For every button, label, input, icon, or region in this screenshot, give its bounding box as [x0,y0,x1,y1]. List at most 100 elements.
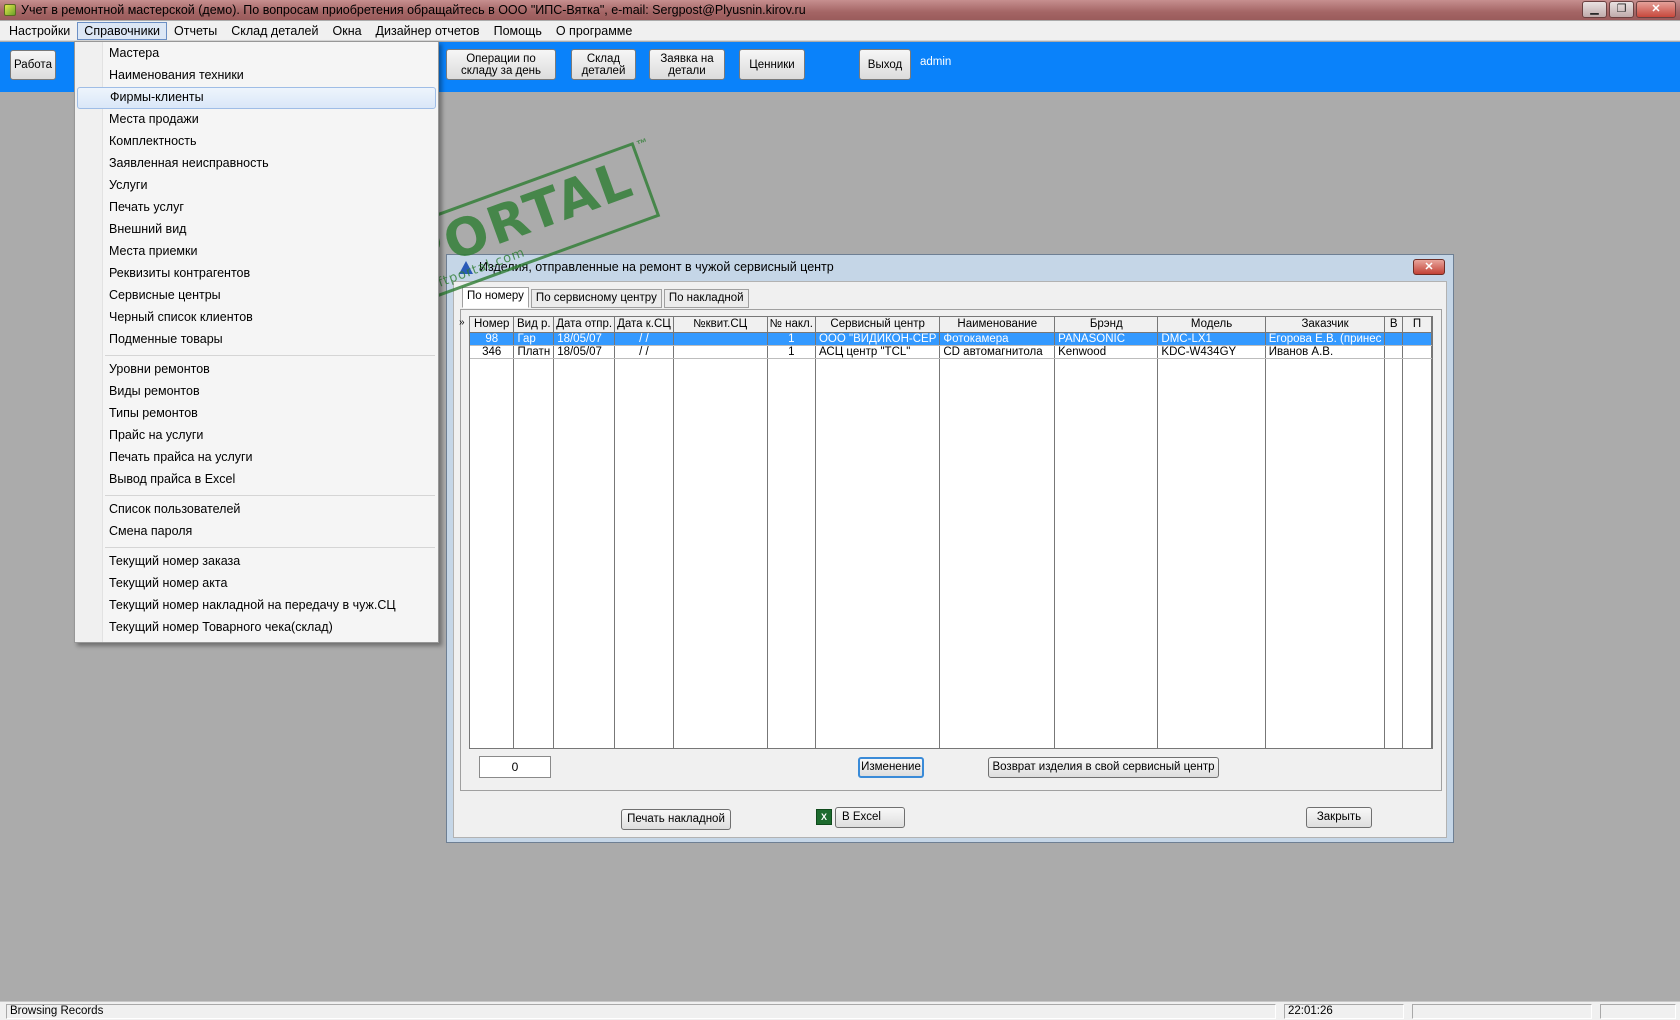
menu-item-client-firms[interactable]: Фирмы-клиенты [77,87,436,109]
tab-by-service-center[interactable]: По сервисному центру [530,289,662,308]
menu-item-repair-types[interactable]: Типы ремонтов [75,403,438,425]
col-customer-header[interactable]: Заказчик [1265,317,1386,333]
cell-sent-date: 18/05/07 [553,345,616,359]
menu-item-price-list[interactable]: Прайс на услуги [75,425,438,447]
order-parts-button[interactable]: Заявка на детали [649,49,725,80]
print-invoice-button[interactable]: Печать накладной [621,809,731,830]
maximize-button[interactable]: ❐ [1609,1,1634,18]
ops-day-button[interactable]: Операции по складу за день [446,49,556,80]
cell-repair-type: Платн [513,345,555,359]
menu-reports[interactable]: Отчеты [167,22,224,40]
menu-item-completeness[interactable]: Комплектность [75,131,438,153]
menu-item-blacklist[interactable]: Черный список клиентов [75,307,438,329]
tab-by-number[interactable]: По номеру [462,287,529,308]
menu-help[interactable]: Помощь [487,22,549,40]
menu-item-appearance[interactable]: Внешний вид [75,219,438,241]
table-row[interactable]: 346 Платн 18/05/07 / / 1 АСЦ центр "TCL"… [470,345,1432,359]
cell-number: 98 [470,332,515,346]
menu-windows[interactable]: Окна [326,22,369,40]
sent-to-service-dialog: Изделия, отправленные на ремонт в чужой … [446,254,1454,843]
cell-sc-receipt [673,345,768,359]
export-excel-button[interactable]: X В Excel [816,807,905,828]
cell-customer: Егорова Е.В. (принес [1265,332,1386,346]
menu-item-masters[interactable]: Мастера [75,43,438,65]
menu-parts-warehouse[interactable]: Склад деталей [224,22,325,40]
references-dropdown: Мастера Наименования техники Фирмы-клиен… [74,41,439,643]
menu-item-reception-places[interactable]: Места приемки [75,241,438,263]
menu-item-current-receipt-number[interactable]: Текущий номер Товарного чека(склад) [75,617,438,639]
menu-item-user-list[interactable]: Список пользователей [75,499,438,521]
col-sc-date-header[interactable]: Дата к.СЦ [614,317,674,333]
col-service-center-header[interactable]: Сервисный центр [815,317,941,333]
edit-button[interactable]: Изменение [858,757,924,778]
menu-separator [105,355,435,356]
col-sent-date-header[interactable]: Дата отпр. [553,317,616,333]
status-panel-empty [1412,1004,1592,1019]
dialog-titlebar: Изделия, отправленные на ремонт в чужой … [447,255,1453,279]
row-indicator: » [459,317,465,328]
menu-item-service-centers[interactable]: Сервисные центры [75,285,438,307]
window-titlebar: Учет в ремонтной мастерской (демо). По в… [0,0,1680,20]
cell-v [1384,345,1404,359]
dialog-close-button[interactable]: ✕ [1413,259,1445,275]
close-window-button[interactable]: ✕ [1636,1,1676,18]
work-button[interactable]: Работа [10,50,56,80]
tab-by-invoice[interactable]: По накладной [663,289,749,308]
price-tags-button[interactable]: Ценники [739,49,805,80]
col-v-header[interactable]: В [1384,317,1404,333]
menu-item-current-order-number[interactable]: Текущий номер заказа [75,551,438,573]
menu-item-repair-kinds[interactable]: Виды ремонтов [75,381,438,403]
col-p-header[interactable]: П [1402,317,1432,333]
menu-about[interactable]: О программе [549,22,639,40]
cell-sc-date: / / [614,345,674,359]
menu-item-services[interactable]: Услуги [75,175,438,197]
col-brand-header[interactable]: Брэнд [1054,317,1159,333]
menu-settings[interactable]: Настройки [2,22,77,40]
col-model-header[interactable]: Модель [1157,317,1266,333]
status-message: Browsing Records [6,1004,1276,1019]
col-invoice-header[interactable]: № накл. [767,317,816,333]
minimize-button[interactable]: ▁ [1582,1,1607,18]
cell-brand: Kenwood [1054,345,1159,359]
menu-item-print-price-list[interactable]: Печать прайса на услуги [75,447,438,469]
cell-name: CD автомагнитола [939,345,1056,359]
menu-item-repair-levels[interactable]: Уровни ремонтов [75,359,438,381]
menu-references[interactable]: Справочники [77,21,168,40]
status-time: 22:01:26 [1284,1004,1404,1019]
menu-item-print-services[interactable]: Печать услуг [75,197,438,219]
menu-item-price-to-excel[interactable]: Вывод прайса в Excel [75,469,438,491]
menu-item-equipment-names[interactable]: Наименования техники [75,65,438,87]
menu-item-sale-places[interactable]: Места продажи [75,109,438,131]
table-row[interactable]: 98 Гар 18/05/07 / / 1 ООО "ВИДИКОН-СЕР Ф… [470,332,1432,346]
warehouse-button[interactable]: Склад деталей [571,49,636,80]
cell-sc-receipt [673,332,768,346]
records-grid[interactable]: Номер Вид р. Дата отпр. Дата к.СЦ №квит.… [469,316,1433,749]
menu-item-change-password[interactable]: Смена пароля [75,521,438,543]
col-repair-type-header[interactable]: Вид р. [513,317,555,333]
menu-item-current-invoice-number[interactable]: Текущий номер накладной на передачу в чу… [75,595,438,617]
col-name-header[interactable]: Наименование [939,317,1056,333]
cell-service-center: АСЦ центр "TCL" [815,345,941,359]
cell-number: 346 [470,345,515,359]
menu-separator [105,547,435,548]
exit-button[interactable]: Выход [859,49,911,80]
dialog-tabs: По номеру По сервисному центру По наклад… [462,287,751,308]
record-counter-field[interactable]: 0 [479,756,551,778]
window-title: Учет в ремонтной мастерской (демо). По в… [21,3,806,17]
cell-invoice: 1 [767,345,816,359]
dialog-close-text-button[interactable]: Закрыть [1306,807,1372,828]
col-sc-receipt-header[interactable]: №квит.СЦ [673,317,768,333]
menu-item-counterparty-details[interactable]: Реквизиты контрагентов [75,263,438,285]
menu-item-substitute-goods[interactable]: Подменные товары [75,329,438,351]
grid-header-row: Номер Вид р. Дата отпр. Дата к.СЦ №квит.… [470,317,1432,333]
menu-separator [105,495,435,496]
dialog-body: По номеру По сервисному центру По наклад… [453,281,1447,838]
return-to-own-sc-button[interactable]: Возврат изделия в свой сервисный центр [988,757,1219,778]
cell-model: DMC-LX1 [1157,332,1266,346]
tab-panel: » Номер Вид р. Дата отпр. Дата к.СЦ №кви… [459,309,1442,791]
menu-item-declared-fault[interactable]: Заявленная неисправность [75,153,438,175]
cell-service-center: ООО "ВИДИКОН-СЕР [815,332,941,346]
menu-report-designer[interactable]: Дизайнер отчетов [369,22,487,40]
col-number-header[interactable]: Номер [470,317,515,333]
menu-item-current-act-number[interactable]: Текущий номер акта [75,573,438,595]
